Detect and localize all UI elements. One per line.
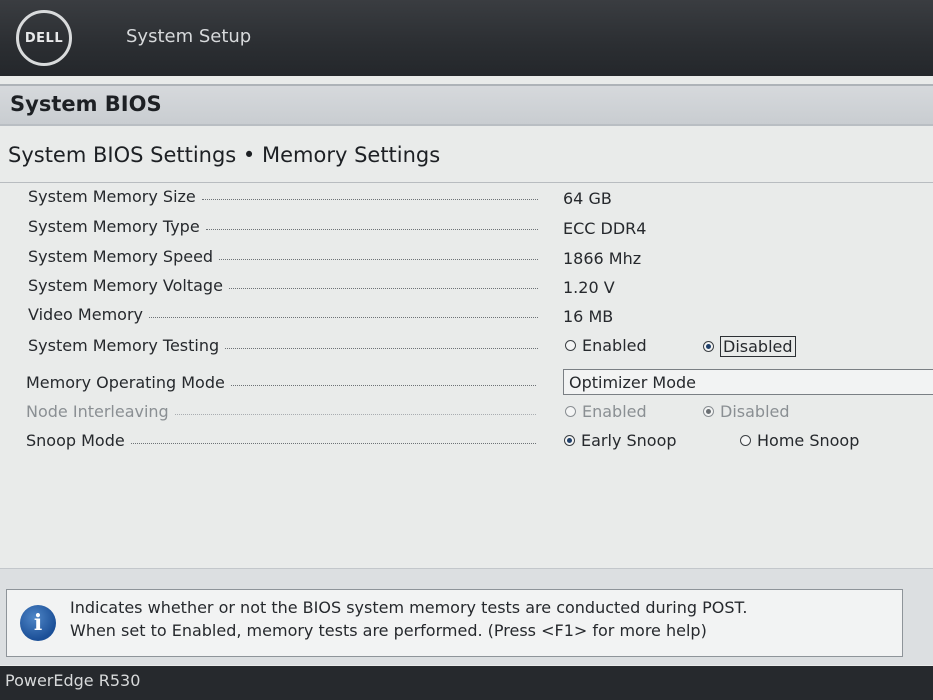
leader-dots (174, 414, 536, 415)
radio-snoop-home[interactable]: Home Snoop (740, 431, 859, 450)
radio-unchecked-icon (740, 435, 751, 446)
setting-row-memory-testing: System Memory Testing Enabled Disabled (0, 332, 933, 360)
setting-row-operating-mode: Memory Operating Mode Optimizer Mode (0, 369, 933, 397)
setting-row-memory-size: System Memory Size 64 GB (0, 183, 933, 211)
app-title: System Setup (126, 26, 252, 47)
leader-dots (205, 229, 538, 230)
radio-snoop-early[interactable]: Early Snoop (564, 431, 677, 450)
setting-value: 1866 Mhz (563, 249, 642, 268)
setting-row-video-memory: Video Memory 16 MB (0, 301, 933, 329)
help-box: i Indicates whether or not the BIOS syst… (6, 589, 903, 657)
help-text-line-2: When set to Enabled, memory tests are pe… (70, 621, 707, 640)
radio-memory-testing-enabled[interactable]: Enabled (565, 336, 647, 355)
setting-row-memory-voltage: System Memory Voltage 1.20 V (0, 272, 933, 300)
radio-node-interleaving-enabled: Enabled (565, 402, 647, 421)
section-header: System BIOS (0, 84, 933, 126)
setting-row-memory-type: System Memory Type ECC DDR4 (0, 213, 933, 241)
help-text-line-1: Indicates whether or not the BIOS system… (70, 598, 748, 617)
radio-memory-testing-disabled[interactable]: Disabled (703, 336, 796, 357)
section-title: System BIOS (10, 92, 162, 116)
leader-dots (228, 288, 538, 289)
radio-node-interleaving-disabled: Disabled (703, 402, 790, 421)
info-icon: i (20, 605, 56, 641)
radio-checked-icon (703, 341, 714, 352)
setting-label: Snoop Mode (26, 431, 125, 450)
setting-label: System Memory Type (28, 217, 200, 236)
setting-label: Memory Operating Mode (26, 373, 225, 392)
radio-unchecked-icon (565, 340, 576, 351)
radio-label: Disabled (720, 336, 796, 357)
setting-row-node-interleaving: Node Interleaving Enabled Disabled (0, 398, 933, 426)
radio-checked-icon (703, 406, 714, 417)
setting-row-memory-speed: System Memory Speed 1866 Mhz (0, 243, 933, 271)
radio-checked-icon (564, 435, 575, 446)
setting-label: System Memory Testing (28, 336, 220, 355)
leader-dots (219, 259, 538, 260)
leader-dots (130, 443, 536, 444)
page-title: System BIOS Settings • Memory Settings (8, 143, 441, 167)
radio-label: Early Snoop (581, 431, 677, 450)
help-panel: i Indicates whether or not the BIOS syst… (0, 568, 933, 665)
leader-dots (230, 385, 536, 386)
operating-mode-dropdown[interactable]: Optimizer Mode (563, 369, 933, 395)
setting-value: 1.20 V (563, 278, 615, 297)
setting-row-snoop-mode: Snoop Mode Early Snoop Home Snoop (0, 427, 933, 455)
setting-label: System Memory Size (28, 187, 196, 206)
setting-value: 16 MB (563, 307, 614, 326)
setting-label: System Memory Voltage (28, 276, 223, 295)
setting-value: ECC DDR4 (563, 219, 647, 238)
leader-dots (148, 317, 538, 318)
setting-label: Video Memory (28, 305, 143, 324)
bottom-bar: PowerEdge R530 (0, 666, 933, 700)
top-bar: DELL System Setup (0, 0, 933, 76)
logo-text: DELL (24, 30, 64, 46)
radio-unchecked-icon (565, 406, 576, 417)
setting-label: Node Interleaving (26, 402, 169, 421)
radio-label: Disabled (720, 402, 790, 421)
setting-label: System Memory Speed (28, 247, 214, 266)
dell-logo: DELL (16, 10, 72, 66)
leader-dots (225, 348, 538, 349)
radio-label: Enabled (582, 402, 647, 421)
help-text: Indicates whether or not the BIOS system… (70, 596, 747, 642)
server-model: PowerEdge R530 (5, 671, 141, 690)
leader-dots (201, 199, 538, 200)
radio-label: Enabled (582, 336, 647, 355)
setting-value: 64 GB (563, 189, 612, 208)
radio-label: Home Snoop (757, 431, 860, 450)
